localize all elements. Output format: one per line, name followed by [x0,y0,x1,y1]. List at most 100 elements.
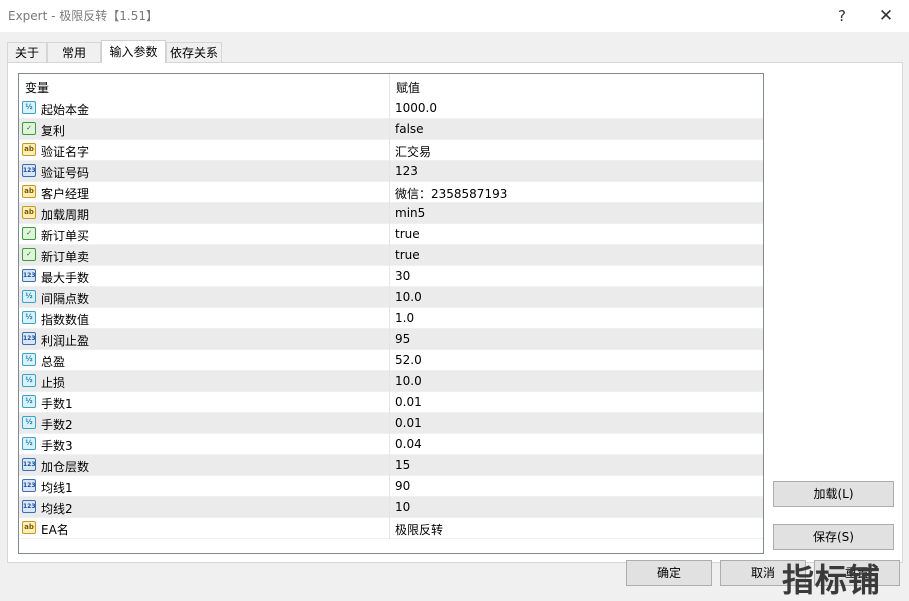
cell-divider [389,518,390,539]
table-row[interactable]: ½ 总盈 52.0 [19,350,763,371]
parameter-value[interactable]: 汇交易 [395,143,431,160]
cell-divider [389,203,390,224]
close-icon[interactable]: ✕ [863,0,909,32]
double-type-icon: ½ [22,290,36,303]
cell-divider [389,287,390,308]
parameter-value[interactable]: 1.0 [395,311,414,325]
table-row[interactable]: 123 均线1 90 [19,476,763,497]
table-row[interactable]: ½ 指数数值 1.0 [19,308,763,329]
tab-dependencies[interactable]: 依存关系 [166,42,222,62]
cell-divider [389,98,390,119]
grid-rows: ½ 起始本金 1000.0 ✓ 复利 false ab 验证名字 汇交易 123 验证号码 123 ab… [19,98,763,539]
load-button[interactable]: 加载(L) [773,481,894,507]
table-row[interactable]: 123 验证号码 123 [19,161,763,182]
double-type-icon: ½ [22,374,36,387]
integer-type-icon: 123 [22,479,36,492]
tab-about[interactable]: 关于 [7,42,47,62]
help-icon[interactable]: ? [819,0,865,32]
cell-divider [389,371,390,392]
boolean-type-icon: ✓ [22,227,36,240]
double-type-icon: ½ [22,437,36,450]
string-type-icon: ab [22,143,36,156]
parameter-name: 最大手数 [41,271,90,285]
parameter-value[interactable]: 10.0 [395,290,422,304]
integer-type-icon: 123 [22,332,36,345]
parameter-name: 新订单买 [41,229,90,243]
grid-header: 变量 赋值 [19,74,763,98]
parameter-name: 手数2 [41,418,73,432]
column-divider[interactable] [389,74,390,98]
table-row[interactable]: ½ 止损 10.0 [19,371,763,392]
parameter-name: 利润止盈 [41,334,90,348]
integer-type-icon: 123 [22,458,36,471]
integer-type-icon: 123 [22,269,36,282]
ok-button[interactable]: 确定 [626,560,712,586]
table-row[interactable]: 123 加仓层数 15 [19,455,763,476]
table-row[interactable]: 123 均线2 10 [19,497,763,518]
table-row[interactable]: ab 加载周期 min5 [19,203,763,224]
cell-divider [389,455,390,476]
parameter-name: 加载周期 [41,208,90,222]
double-type-icon: ½ [22,311,36,324]
parameter-value[interactable]: 1000.0 [395,101,437,115]
watermark-logo: 指标铺 [782,561,882,599]
table-row[interactable]: ½ 手数1 0.01 [19,392,763,413]
cell-divider [389,329,390,350]
parameter-name: 止损 [41,376,66,390]
parameter-value[interactable]: 123 [395,164,418,178]
parameter-value[interactable]: true [395,248,420,262]
double-type-icon: ½ [22,416,36,429]
tab-strip: 关于 常用 输入参数 依存关系 [0,40,909,63]
parameter-name: 新订单卖 [41,250,90,264]
parameter-value[interactable]: 52.0 [395,353,422,367]
table-row[interactable]: ½ 起始本金 1000.0 [19,98,763,119]
table-row[interactable]: ab 验证名字 汇交易 [19,140,763,161]
table-row[interactable]: ½ 间隔点数 10.0 [19,287,763,308]
boolean-type-icon: ✓ [22,122,36,135]
cell-divider [389,413,390,434]
parameter-name: 总盈 [41,355,66,369]
cell-divider [389,266,390,287]
parameter-value[interactable]: 0.01 [395,395,422,409]
parameter-value[interactable]: 10.0 [395,374,422,388]
cell-divider [389,245,390,266]
table-row[interactable]: 123 最大手数 30 [19,266,763,287]
parameter-value[interactable]: 95 [395,332,410,346]
column-header-variable[interactable]: 变量 [25,79,49,96]
table-row[interactable]: ½ 手数2 0.01 [19,413,763,434]
parameter-value[interactable]: 30 [395,269,410,283]
parameter-value[interactable]: true [395,227,420,241]
tab-common[interactable]: 常用 [47,42,101,62]
parameter-name: 均线1 [41,481,73,495]
parameter-name: 均线2 [41,502,73,516]
parameter-value[interactable]: 10 [395,500,410,514]
parameter-value[interactable]: 微信：2358587193 [395,185,507,202]
table-row[interactable]: ½ 手数3 0.04 [19,434,763,455]
parameter-value[interactable]: 0.01 [395,416,422,430]
parameter-value[interactable]: 90 [395,479,410,493]
input-parameters-grid[interactable]: 变量 赋值 ½ 起始本金 1000.0 ✓ 复利 false ab 验证名字 汇交易 123 验证号… [18,73,764,554]
parameter-value[interactable]: min5 [395,206,425,220]
parameter-value[interactable]: 0.04 [395,437,422,451]
integer-type-icon: 123 [22,500,36,513]
parameter-value[interactable]: 15 [395,458,410,472]
tab-inputs[interactable]: 输入参数 [101,40,166,63]
string-type-icon: ab [22,521,36,534]
table-row[interactable]: ✓ 新订单卖 true [19,245,763,266]
table-row[interactable]: ✓ 复利 false [19,119,763,140]
cell-divider [389,140,390,161]
table-row[interactable]: ✓ 新订单买 true [19,224,763,245]
table-row[interactable]: ab EA名 极限反转 [19,518,763,539]
cell-divider [389,182,390,203]
table-row[interactable]: ab 客户经理 微信：2358587193 [19,182,763,203]
parameter-value[interactable]: false [395,122,424,136]
cell-divider [389,392,390,413]
parameter-name: 手数3 [41,439,73,453]
table-row[interactable]: 123 利润止盈 95 [19,329,763,350]
save-button[interactable]: 保存(S) [773,524,894,550]
parameter-name: 手数1 [41,397,73,411]
boolean-type-icon: ✓ [22,248,36,261]
column-header-value[interactable]: 赋值 [396,79,420,96]
parameter-value[interactable]: 极限反转 [395,521,443,538]
title-bar: Expert - 极限反转【1.51】 ? ✕ [0,0,909,32]
